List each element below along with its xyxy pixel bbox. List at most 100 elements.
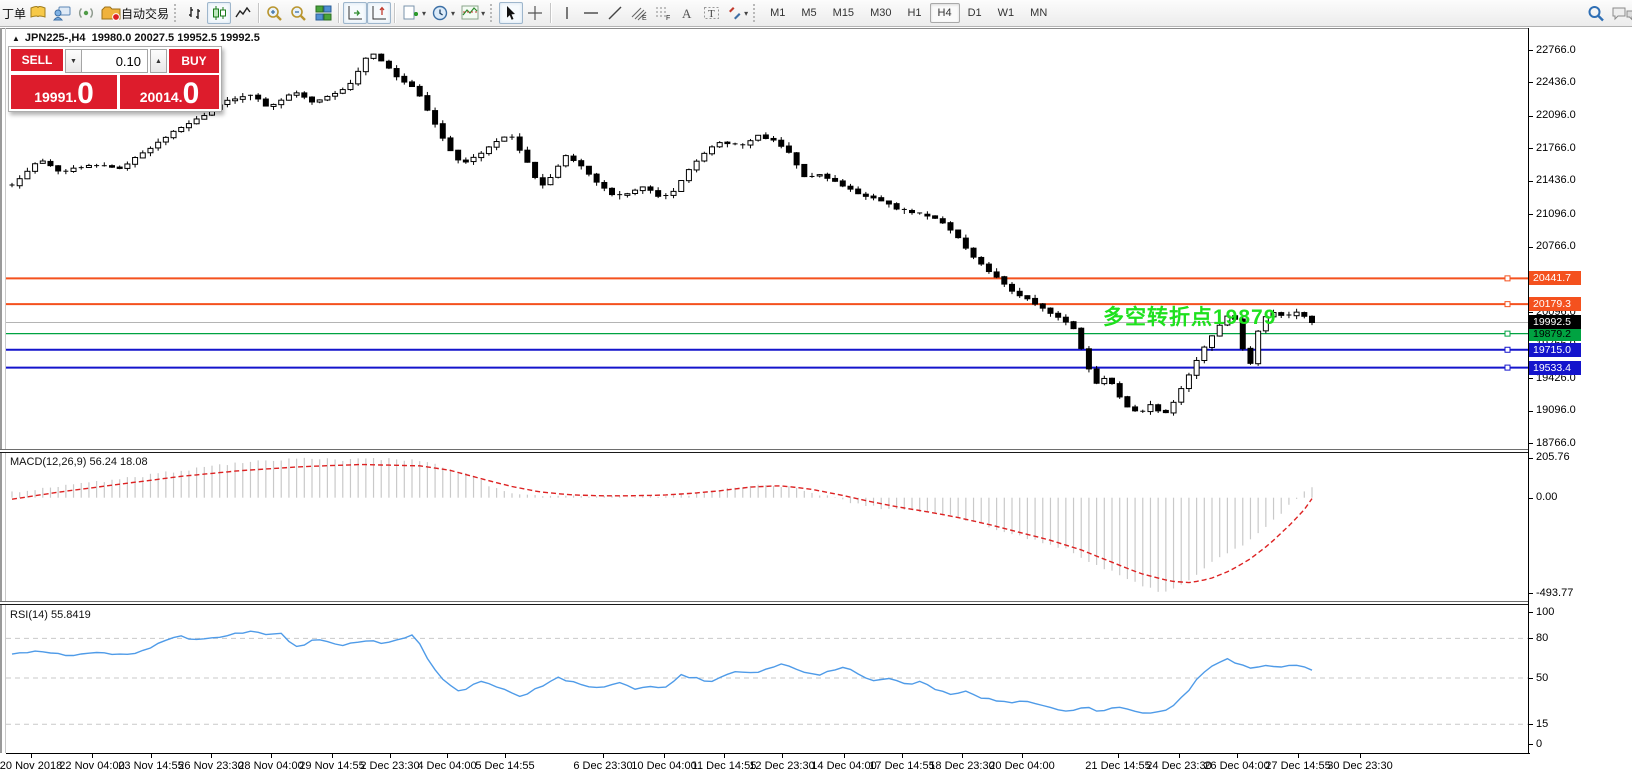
price-line-handle[interactable] xyxy=(1504,275,1511,282)
text-button[interactable]: A xyxy=(675,2,699,24)
sell-button[interactable]: SELL xyxy=(11,49,63,73)
price-line-handle[interactable] xyxy=(1504,346,1511,353)
price-line-handle[interactable] xyxy=(1504,364,1511,371)
new-order-button[interactable]: ▾ xyxy=(399,2,429,24)
time-tick-mark xyxy=(390,754,391,758)
volume-increase-button[interactable]: ▲ xyxy=(150,49,167,73)
buy-price-box[interactable]: 20014 . 0 xyxy=(120,75,219,109)
new-order-book-button[interactable] xyxy=(26,2,50,24)
bar-chart-button[interactable] xyxy=(183,2,207,24)
arrow-shapes-button[interactable]: ▾ xyxy=(723,2,751,24)
time-tick-mark xyxy=(1118,754,1119,758)
text-icon: A xyxy=(680,5,694,21)
text-label-icon: T xyxy=(703,5,720,21)
sell-price-int: 19991 xyxy=(34,89,74,105)
cursor-button[interactable] xyxy=(499,2,524,24)
price-line-label: 19715.0 xyxy=(1529,342,1581,357)
one-click-trade-panel: SELL ▼ 0.10 ▲ BUY 19991 . 0 20014 . 0 xyxy=(8,46,222,112)
chat-button[interactable] xyxy=(1608,2,1632,24)
time-tick-label: 26 Nov 23:30 xyxy=(178,760,244,772)
time-tick-label: 11 Dec 14:55 xyxy=(691,760,757,772)
time-axis[interactable]: 20 Nov 2018 22 Nov 04:00 23 Nov 14:55 26 No… xyxy=(0,753,1632,776)
window-collapse-icon[interactable]: ▲ xyxy=(12,34,20,43)
macd-tick-mark xyxy=(1529,497,1533,499)
sell-price-box[interactable]: 19991 . 0 xyxy=(11,75,117,109)
line-chart-button[interactable] xyxy=(231,2,255,24)
time-tick-label: 4 Dec 04:00 xyxy=(417,760,477,772)
time-tick-label: 20 Dec 04:00 xyxy=(989,760,1055,772)
accounts-user-icon xyxy=(53,5,71,21)
chart-annotation-text[interactable]: 多空转折点19879 xyxy=(1103,301,1276,331)
price-line-handle[interactable] xyxy=(1504,330,1511,337)
buy-button[interactable]: BUY xyxy=(169,49,219,73)
auto-scroll-icon xyxy=(347,5,364,21)
rsi-label: RSI(14) 55.8419 xyxy=(10,609,91,621)
pane-separator-main-macd[interactable] xyxy=(0,449,1632,453)
zoom-out-button[interactable] xyxy=(287,2,311,24)
price-axis[interactable]: 22766.0 22436.0 22096.0 21766.0 21436.0 21096… xyxy=(1528,28,1632,753)
timeframe-button-m5[interactable]: M5 xyxy=(793,3,824,23)
search-button[interactable] xyxy=(1584,2,1608,24)
chat-icon xyxy=(1611,5,1632,22)
toolbar-grip[interactable] xyxy=(753,4,758,22)
tile-windows-button[interactable] xyxy=(311,2,335,24)
volume-input[interactable]: 0.10 xyxy=(82,49,148,73)
chart-title-ohlc: 19980.0 20027.5 19952.5 19992.5 xyxy=(91,32,260,44)
price-line-handle[interactable] xyxy=(1504,301,1511,308)
timeframe-button-d1[interactable]: D1 xyxy=(960,3,990,23)
chart-shift-button[interactable] xyxy=(367,2,392,24)
macd-tick-mark xyxy=(1529,457,1533,459)
rsi-tick-mark xyxy=(1529,724,1533,726)
timeframe-button-w1[interactable]: W1 xyxy=(990,3,1023,23)
timeframe-button-m1[interactable]: M1 xyxy=(762,3,793,23)
candlestick-chart-button[interactable] xyxy=(207,2,232,24)
horizontal-line-button[interactable] xyxy=(579,2,603,24)
price-tick-mark xyxy=(1529,378,1533,380)
equidistant-channel-icon: E xyxy=(630,5,648,21)
pane-separator-macd-rsi[interactable] xyxy=(0,601,1632,605)
indicators-button[interactable]: ▾ xyxy=(458,2,488,24)
signals-broadcast-button[interactable] xyxy=(74,2,98,24)
time-tick-mark xyxy=(1360,754,1361,758)
trendline-button[interactable] xyxy=(603,2,627,24)
timeframe-button-m30[interactable]: M30 xyxy=(862,3,899,23)
terminal-root: 丁单 自动交易 ▾ ▾ ▾ E F A T ▾ M1 M5 M15 M30 H1… xyxy=(0,0,1632,776)
timeframe-button-h1[interactable]: H1 xyxy=(899,3,929,23)
time-tick-label: 17 Dec 14:55 xyxy=(869,760,935,772)
toolbar-grip[interactable] xyxy=(174,4,179,22)
toolbar-grip[interactable] xyxy=(490,4,495,22)
time-tick-label: 6 Dec 23:30 xyxy=(573,760,633,772)
rsi-level-lines xyxy=(6,637,1528,725)
accounts-user-button[interactable] xyxy=(50,2,74,24)
periods-clock-button[interactable]: ▾ xyxy=(429,2,458,24)
timeframe-button-m15[interactable]: M15 xyxy=(825,3,862,23)
crosshair-button[interactable] xyxy=(523,2,547,24)
cursor-icon xyxy=(504,5,518,21)
time-tick-mark xyxy=(603,754,604,758)
time-tick-label: 10 Dec 04:00 xyxy=(631,760,697,772)
chart-title-symbol: JPN225-,H4 xyxy=(24,32,86,44)
equidistant-channel-button[interactable]: E xyxy=(627,2,651,24)
time-tick-label: 22 Nov 04:00 xyxy=(59,760,125,772)
price-tick-label: 22766.0 xyxy=(1536,43,1576,56)
time-tick-label: 26 Dec 04:00 xyxy=(1204,760,1270,772)
macd-tick-label: 0.00 xyxy=(1536,491,1558,504)
auto-scroll-button[interactable] xyxy=(343,2,368,24)
vertical-line-icon xyxy=(561,5,573,21)
chart-plot-area[interactable] xyxy=(0,28,1528,753)
vertical-line-button[interactable] xyxy=(555,2,579,24)
dropdown-caret-icon: ▾ xyxy=(481,8,486,18)
time-tick-mark xyxy=(151,754,152,758)
timeframe-button-mn[interactable]: MN xyxy=(1022,3,1055,23)
time-tick-mark xyxy=(664,754,665,758)
zoom-in-button[interactable] xyxy=(263,2,287,24)
timeframe-button-h4[interactable]: H4 xyxy=(929,3,960,23)
autotrade-button[interactable]: 自动交易 xyxy=(98,2,172,24)
fibonacci-button[interactable]: F xyxy=(651,2,675,24)
volume-decrease-button[interactable]: ▼ xyxy=(65,49,82,73)
toolbar-separator xyxy=(550,3,553,23)
rsi-tick-label: 15 xyxy=(1536,717,1549,730)
main-toolbar: 丁单 自动交易 ▾ ▾ ▾ E F A T ▾ M1 M5 M15 M30 H1… xyxy=(0,0,1632,27)
text-label-button[interactable]: T xyxy=(699,2,723,24)
autotrade-label: 自动交易 xyxy=(121,6,170,21)
